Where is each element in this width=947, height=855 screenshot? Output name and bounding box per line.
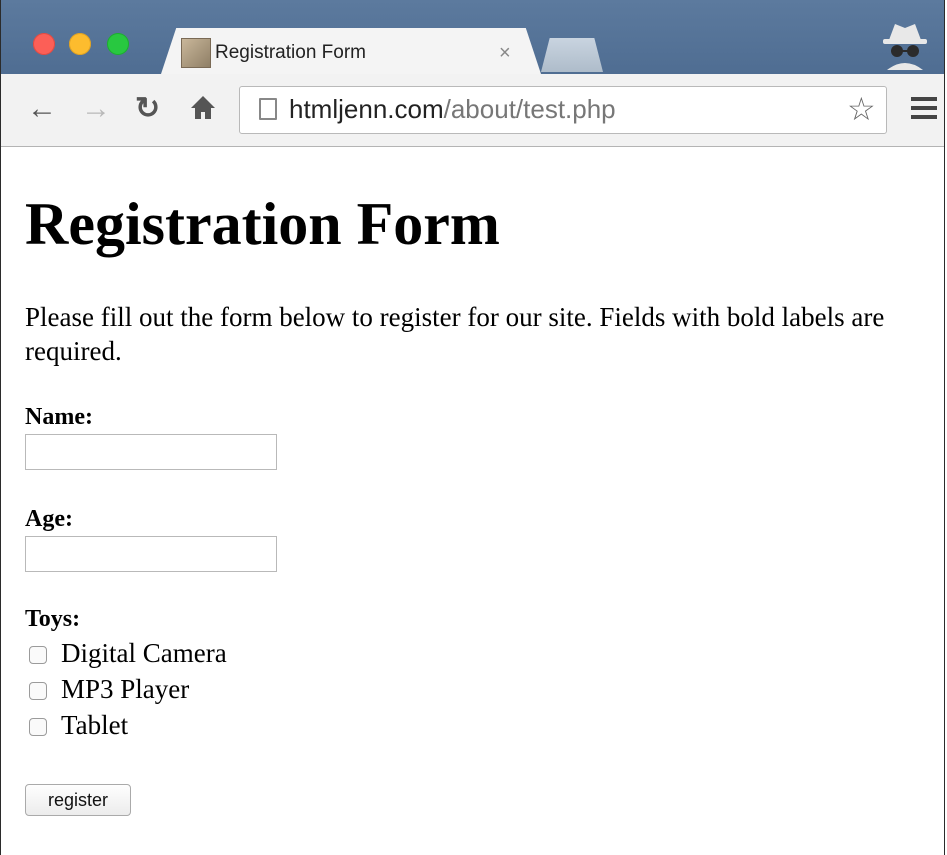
minimize-window-button[interactable] xyxy=(69,33,91,55)
favicon-icon xyxy=(181,38,211,68)
reload-icon[interactable]: ↻ xyxy=(135,92,160,126)
url-text[interactable]: htmljenn.com/about/test.php xyxy=(289,94,616,125)
browser-window: Registration Form × ← → ↻ htmljenn.com/a… xyxy=(0,0,945,855)
toys-label: Toys: xyxy=(25,606,81,632)
forward-arrow-icon[interactable]: → xyxy=(81,92,111,126)
zoom-window-button[interactable] xyxy=(107,33,129,55)
close-window-button[interactable] xyxy=(33,33,55,55)
page-title: Registration Form xyxy=(25,191,500,257)
tab-title: Registration Form xyxy=(215,42,366,63)
tab-close-button[interactable]: × xyxy=(499,42,511,65)
digital-camera-label: Digital Camera xyxy=(61,638,227,668)
register-button[interactable]: register xyxy=(25,784,131,816)
incognito-icon xyxy=(883,24,927,70)
hamburger-menu-icon[interactable] xyxy=(911,97,937,124)
name-label: Name: xyxy=(25,404,93,430)
intro-text: Please fill out the form below to regist… xyxy=(25,302,885,366)
digital-camera-checkbox[interactable] xyxy=(29,646,47,664)
tablet-label: Tablet xyxy=(61,710,129,740)
url-host: htmljenn.com xyxy=(289,94,444,124)
page-icon xyxy=(259,98,277,120)
toy-option-tablet[interactable]: Tablet xyxy=(29,710,128,741)
mp3-player-label: MP3 Player xyxy=(61,674,190,704)
home-icon[interactable] xyxy=(189,92,217,130)
new-tab-button[interactable] xyxy=(541,38,603,72)
tablet-checkbox[interactable] xyxy=(29,718,47,736)
mp3-player-checkbox[interactable] xyxy=(29,682,47,700)
star-icon[interactable]: ☆ xyxy=(847,90,876,128)
age-input[interactable] xyxy=(25,536,277,572)
back-arrow-icon[interactable]: ← xyxy=(27,92,57,126)
url-path: /about/test.php xyxy=(443,94,616,124)
toy-option-digital-camera[interactable]: Digital Camera xyxy=(29,638,227,669)
toy-option-mp3-player[interactable]: MP3 Player xyxy=(29,674,189,705)
name-input[interactable] xyxy=(25,434,277,470)
age-label: Age: xyxy=(25,506,73,532)
